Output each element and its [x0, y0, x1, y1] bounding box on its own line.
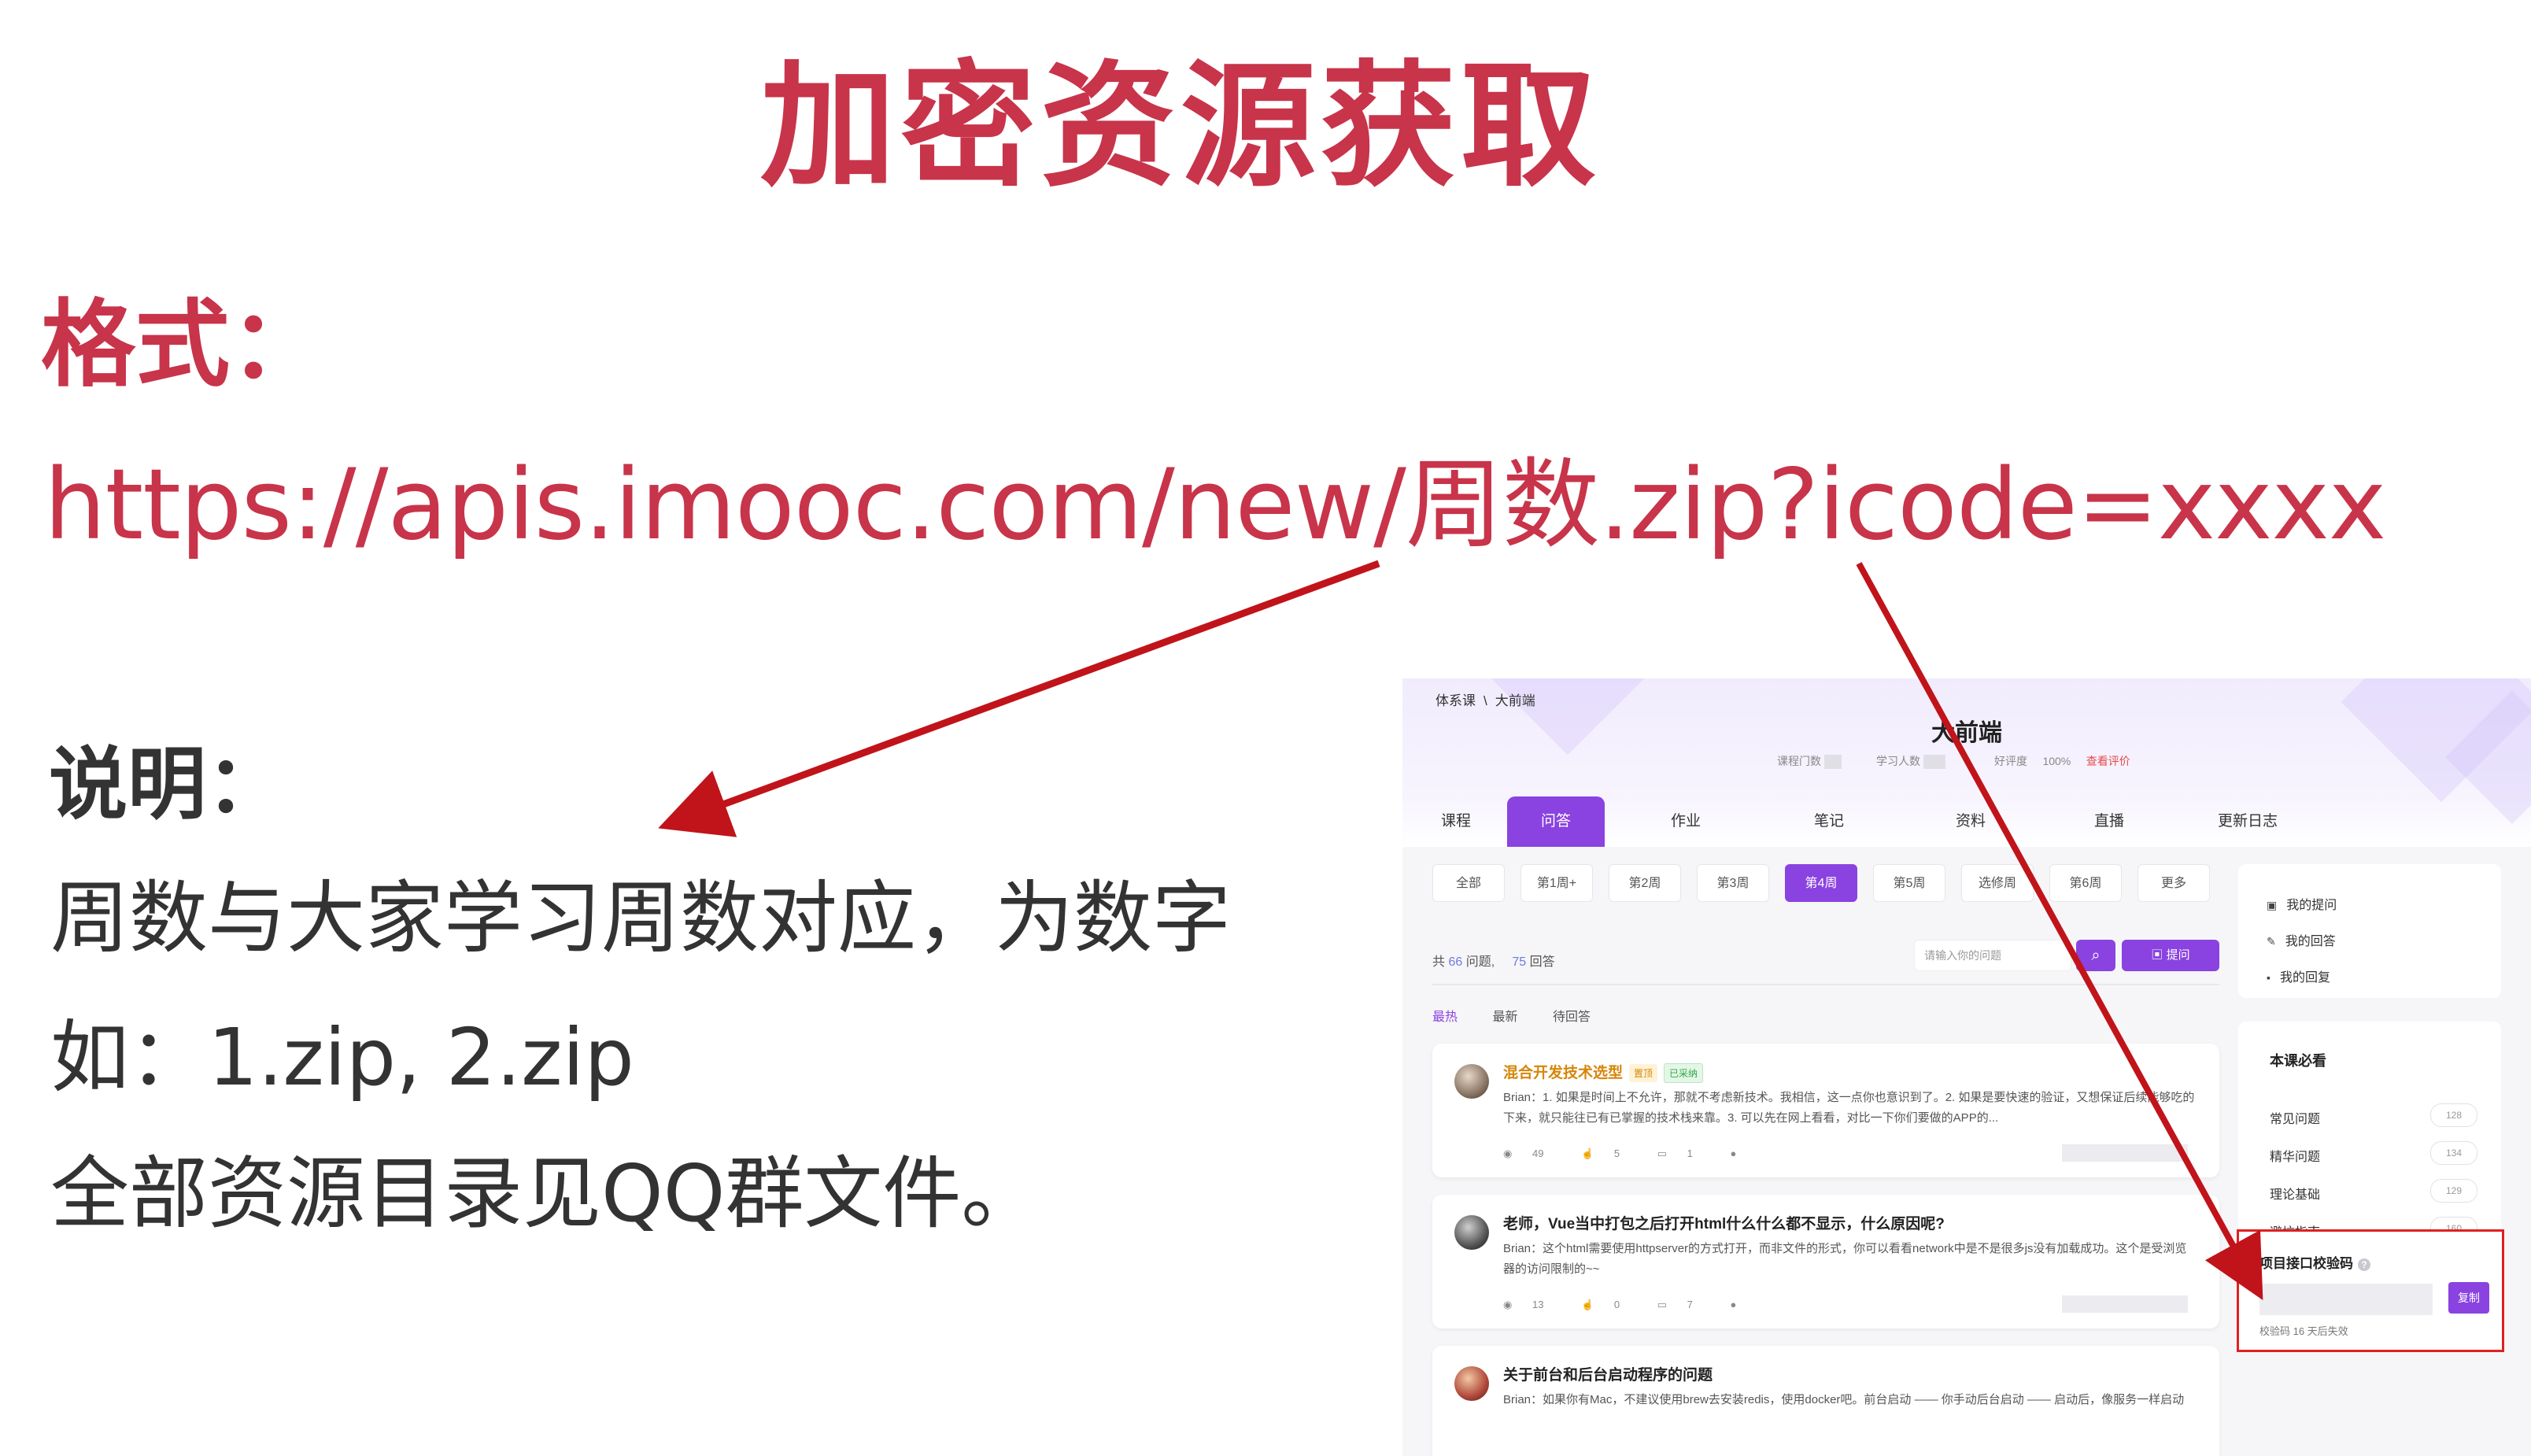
- arrow-icode: [1856, 562, 2263, 1301]
- annotation-arrows: [658, 560, 2263, 1301]
- arrow-week-number: [658, 560, 1380, 837]
